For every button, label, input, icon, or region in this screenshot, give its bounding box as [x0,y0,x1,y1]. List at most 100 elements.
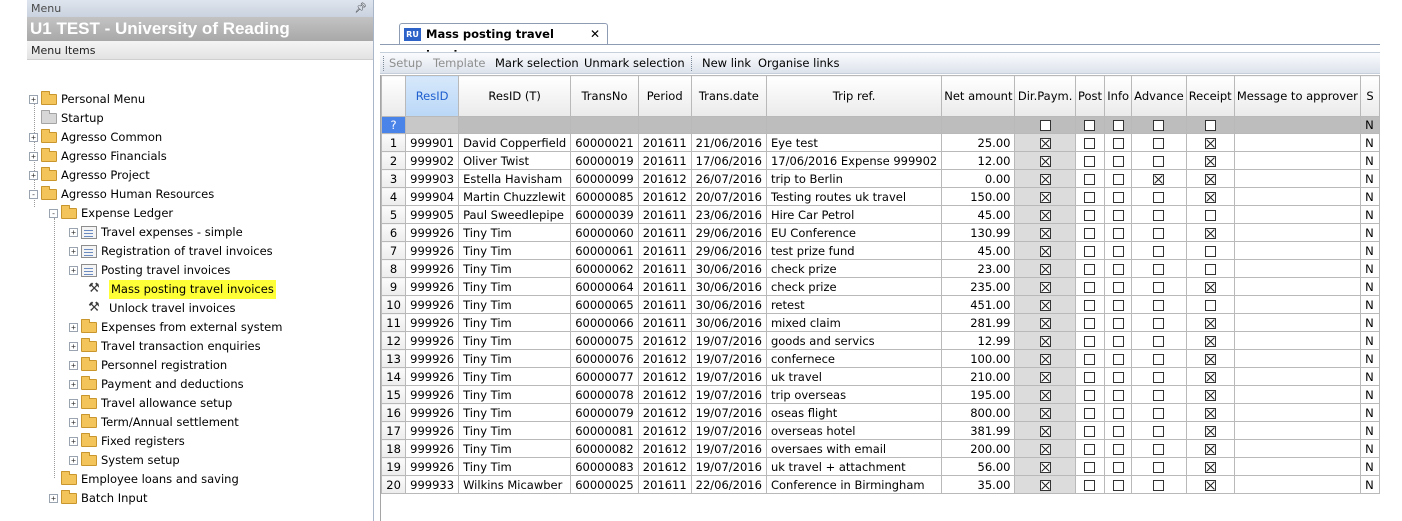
advance-checkbox[interactable] [1153,173,1165,185]
advance-checkbox[interactable] [1153,137,1165,149]
dir-paym-checkbox[interactable] [1039,173,1051,185]
receipt-checkbox[interactable] [1204,227,1216,239]
cell-message-to-approver[interactable] [1233,295,1362,314]
dir-paym-checkbox[interactable] [1039,227,1051,239]
dir-paym-checkbox[interactable] [1039,155,1051,167]
receipt-checkbox[interactable] [1204,425,1216,437]
cell-message-to-approver[interactable] [1233,421,1362,440]
column-header-trans-date[interactable]: Trans.date [690,75,767,117]
receipt-checkbox[interactable] [1204,137,1216,149]
info-checkbox[interactable] [1112,263,1124,275]
cell-row-number[interactable]: 17 [381,421,407,440]
dir-paym-checkbox[interactable] [1039,353,1051,365]
expand-icon[interactable]: + [69,380,78,389]
cell-message-to-approver[interactable] [1233,349,1362,368]
cell-message-to-approver[interactable] [1233,169,1362,188]
new-link-button[interactable]: New link [702,53,751,73]
organise-links-button[interactable]: Organise links [758,53,839,73]
tree-item-personal-menu[interactable]: + Personal Menu [27,90,373,109]
post-checkbox[interactable] [1084,371,1096,383]
table-row[interactable]: 4 999904 Martin Chuzzlewit 60000085 201612 20… [381,187,1380,206]
column-header-resid-t[interactable]: ResID (T) [458,75,572,117]
cell-message-to-approver[interactable] [1233,259,1362,278]
dir-paym-checkbox[interactable] [1039,263,1051,275]
table-row[interactable]: 15 999926 Tiny Tim 60000078 201612 19/07/2016… [381,385,1380,404]
receipt-checkbox[interactable] [1204,461,1216,473]
advance-checkbox[interactable] [1153,443,1165,455]
post-checkbox[interactable] [1084,155,1096,167]
table-row[interactable]: 20 999933 Wilkins Micawber 60000025 201611 22… [381,475,1380,494]
tab-mass-posting-travel-invoices[interactable]: RU Mass posting travel invoices ✕ [399,23,608,62]
dir-paym-checkbox[interactable] [1039,407,1051,419]
post-checkbox[interactable] [1084,245,1096,257]
close-icon[interactable]: ✕ [590,24,600,45]
expand-icon[interactable]: + [69,456,78,465]
info-checkbox[interactable] [1112,317,1124,329]
advance-checkbox[interactable] [1153,263,1165,275]
tree-item-travel-transaction-enquiries[interactable]: + Travel transaction enquiries [27,337,373,356]
column-header-dir-paym[interactable]: Dir.Paym. [1014,75,1076,117]
table-row[interactable]: 10 999926 Tiny Tim 60000065 201611 30/06/2016… [381,295,1380,314]
dir-paym-checkbox[interactable] [1039,461,1051,473]
info-checkbox[interactable] [1112,209,1124,221]
filter-checkbox[interactable] [1112,120,1124,131]
post-checkbox[interactable] [1084,299,1096,311]
cell-row-number[interactable]: 19 [381,457,407,476]
expand-icon[interactable]: + [29,95,38,104]
cell-row-number[interactable]: 5 [381,205,407,224]
post-checkbox[interactable] [1084,335,1096,347]
tree-item-startup[interactable]: Startup [27,109,373,128]
info-checkbox[interactable] [1112,443,1124,455]
filter-checkbox[interactable] [1153,120,1165,131]
post-checkbox[interactable] [1084,317,1096,329]
tree-item-expenses-from-external-system[interactable]: + Expenses from external system [27,318,373,337]
expand-icon[interactable]: + [29,171,38,180]
receipt-checkbox[interactable] [1204,317,1216,329]
dir-paym-checkbox[interactable] [1039,335,1051,347]
filter-checkbox[interactable] [1039,120,1051,131]
advance-checkbox[interactable] [1153,245,1165,257]
filter-cell[interactable] [405,116,460,134]
advance-checkbox[interactable] [1153,299,1165,311]
receipt-checkbox[interactable] [1204,371,1216,383]
collapse-icon[interactable]: - [49,209,58,218]
dir-paym-checkbox[interactable] [1039,299,1051,311]
post-checkbox[interactable] [1084,191,1096,203]
cell-message-to-approver[interactable] [1233,133,1362,152]
table-row[interactable]: 2 999902 Oliver Twist 60000019 201611 17/06/2… [381,151,1380,170]
post-checkbox[interactable] [1084,227,1096,239]
template-button[interactable]: Template [433,53,485,73]
column-header-net-amount[interactable]: Net amount [941,75,1016,117]
advance-checkbox[interactable] [1153,353,1165,365]
info-checkbox[interactable] [1112,353,1124,365]
tree-item-registration-of-travel-invoices[interactable]: + Registration of travel invoices [27,242,373,261]
info-checkbox[interactable] [1112,389,1124,401]
dir-paym-checkbox[interactable] [1039,479,1051,491]
column-header-advance[interactable]: Advance [1131,75,1187,117]
advance-checkbox[interactable] [1153,389,1165,401]
advance-checkbox[interactable] [1153,407,1165,419]
cell-row-number[interactable]: 2 [381,151,407,170]
info-checkbox[interactable] [1112,371,1124,383]
post-checkbox[interactable] [1084,263,1096,275]
receipt-checkbox[interactable] [1204,263,1216,275]
filter-row-marker[interactable]: ? [381,116,407,134]
cell-row-number[interactable]: 4 [381,187,407,206]
tree-item-payment-and-deductions[interactable]: + Payment and deductions [27,375,373,394]
tree-item-agresso-human-resources[interactable]: - Agresso Human Resources [27,185,373,204]
table-row[interactable]: 18 999926 Tiny Tim 60000082 201612 19/07/2016… [381,439,1380,458]
expand-icon[interactable]: + [69,266,78,275]
cell-message-to-approver[interactable] [1233,313,1362,332]
advance-checkbox[interactable] [1153,371,1165,383]
post-checkbox[interactable] [1084,425,1096,437]
tree-item-travel-allowance-setup[interactable]: + Travel allowance setup [27,394,373,413]
cell-message-to-approver[interactable] [1233,475,1362,494]
receipt-checkbox[interactable] [1204,209,1216,221]
column-header-period[interactable]: Period [637,75,692,117]
cell-message-to-approver[interactable] [1233,241,1362,260]
tree-item-agresso-common[interactable]: + Agresso Common [27,128,373,147]
tree-item-mass-posting-travel-invoices[interactable]: ⚒ Mass posting travel invoices [27,280,373,299]
cell-message-to-approver[interactable] [1233,205,1362,224]
cell-message-to-approver[interactable] [1233,439,1362,458]
tree-item-batch-input[interactable]: + Batch Input [27,489,373,508]
